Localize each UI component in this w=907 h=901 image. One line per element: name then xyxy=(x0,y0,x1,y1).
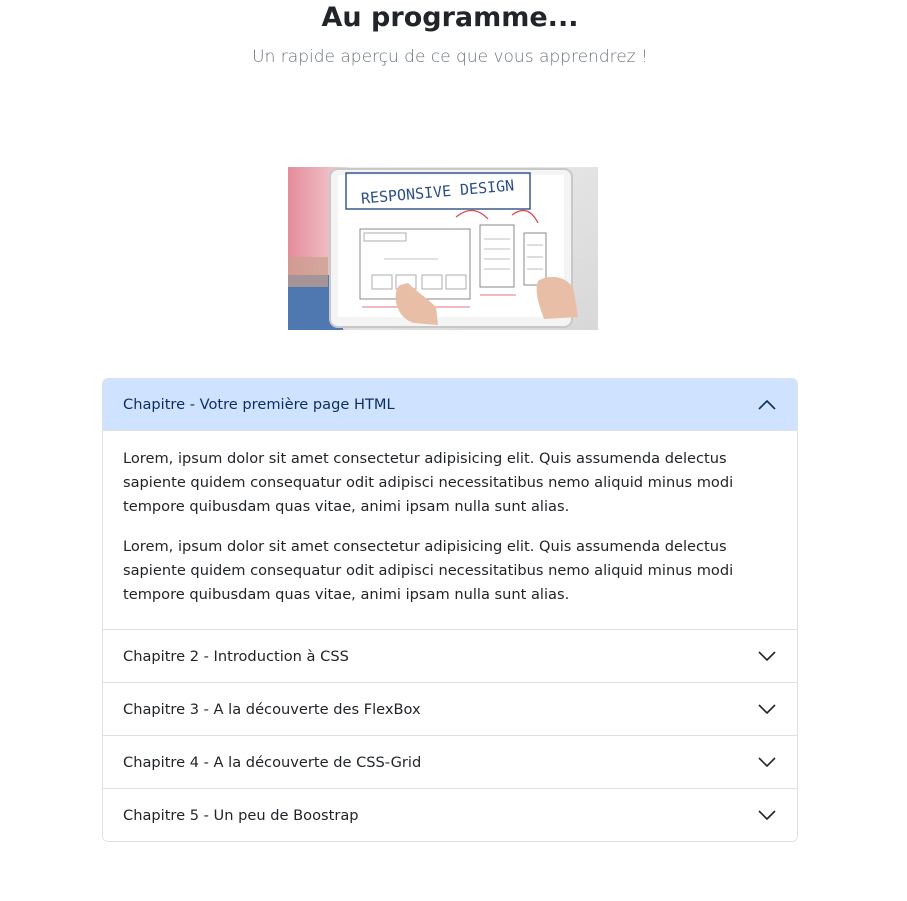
accordion-item-chapitre-4: Chapitre 4 - A la découverte de CSS-Grid xyxy=(103,735,797,788)
page-subtitle: Un rapide aperçu de ce que vous apprendr… xyxy=(252,47,648,67)
accordion-item-chapitre-1: Chapitre - Votre première page HTML Lore… xyxy=(103,379,797,629)
chevron-down-icon xyxy=(758,651,776,661)
accordion-toggle-chapitre-4[interactable]: Chapitre 4 - A la découverte de CSS-Grid xyxy=(103,736,797,788)
accordion-body-chapitre-1: Lorem, ipsum dolor sit amet consectetur … xyxy=(103,431,797,629)
accordion-toggle-chapitre-1[interactable]: Chapitre - Votre première page HTML xyxy=(103,379,797,431)
accordion-item-chapitre-3: Chapitre 3 - A la découverte des FlexBox xyxy=(103,682,797,735)
accordion-label: Chapitre 4 - A la découverte de CSS-Grid xyxy=(123,753,422,771)
chevron-down-icon xyxy=(758,757,776,767)
chevron-up-icon xyxy=(758,399,776,410)
accordion-label: Chapitre 3 - A la découverte des FlexBox xyxy=(123,700,421,718)
accordion-label: Chapitre - Votre première page HTML xyxy=(123,396,395,413)
chapters-accordion: Chapitre - Votre première page HTML Lore… xyxy=(102,378,798,842)
accordion-item-chapitre-5: Chapitre 5 - Un peu de Boostrap xyxy=(103,788,797,841)
accordion-toggle-chapitre-3[interactable]: Chapitre 3 - A la découverte des FlexBox xyxy=(103,683,797,735)
responsive-design-illustration: RESPONSIVE DESIGN xyxy=(288,167,598,330)
accordion-toggle-chapitre-2[interactable]: Chapitre 2 - Introduction à CSS xyxy=(103,630,797,682)
page-title: Au programme... xyxy=(321,2,579,33)
chevron-down-icon xyxy=(758,704,776,714)
accordion-paragraph: Lorem, ipsum dolor sit amet consectetur … xyxy=(123,538,734,603)
accordion-label: Chapitre 2 - Introduction à CSS xyxy=(123,647,349,665)
accordion-paragraph: Lorem, ipsum dolor sit amet consectetur … xyxy=(123,450,734,515)
accordion-toggle-chapitre-5[interactable]: Chapitre 5 - Un peu de Boostrap xyxy=(103,789,797,841)
chevron-down-icon xyxy=(758,810,776,820)
accordion-item-chapitre-2: Chapitre 2 - Introduction à CSS xyxy=(103,629,797,682)
accordion-label: Chapitre 5 - Un peu de Boostrap xyxy=(123,806,359,824)
